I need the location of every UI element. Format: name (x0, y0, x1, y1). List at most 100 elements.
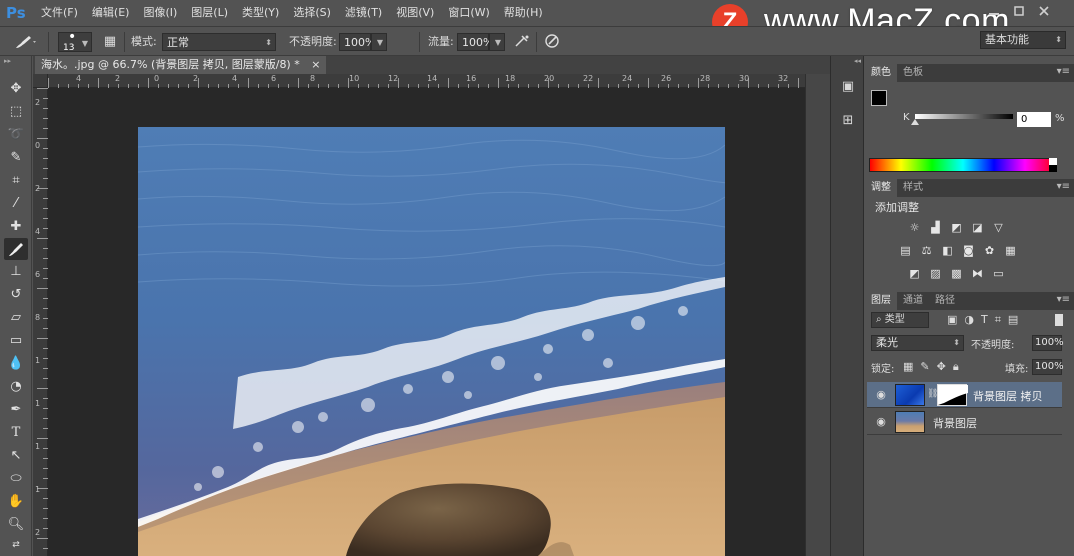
layers-panel-menu-icon[interactable]: ▾≡ (1057, 294, 1070, 305)
black-white-icon[interactable]: ◧ (940, 244, 955, 257)
menu-filter[interactable]: 滤镜(T) (338, 0, 389, 26)
move-tool-icon[interactable]: ✥ (4, 78, 28, 100)
quick-select-tool-icon[interactable]: ✎ (4, 147, 28, 169)
minimize-icon[interactable] (985, 4, 1003, 18)
lasso-tool-icon[interactable]: ➰ (4, 124, 28, 146)
adjustments-panel-menu-icon[interactable]: ▾≡ (1057, 181, 1070, 192)
k-channel-slider[interactable] (915, 114, 1013, 119)
menu-layer[interactable]: 图层(L) (184, 0, 235, 26)
dodge-tool-icon[interactable]: ◔ (4, 376, 28, 398)
channel-mixer-icon[interactable]: ✿ (982, 244, 997, 257)
hand-tool-icon[interactable]: ✋ (4, 491, 28, 513)
lock-buttons[interactable]: ▦✎✥🔒︎ (903, 360, 966, 374)
document-image[interactable] (138, 127, 725, 556)
layer-filter-buttons[interactable]: ▣◑T⌗▤ (947, 313, 1025, 327)
tab-styles[interactable]: 样式 (897, 179, 929, 197)
brush-tool-preset-icon[interactable] (12, 33, 38, 51)
exposure-icon[interactable]: ◪ (970, 221, 985, 234)
menu-type[interactable]: 类型(Y) (235, 0, 286, 26)
tab-paths[interactable]: 路径 (929, 292, 961, 310)
fill-input[interactable]: 100% (1032, 359, 1064, 375)
close-tab-icon[interactable]: × (311, 58, 320, 71)
color-ramp-bw[interactable] (1049, 158, 1057, 172)
blend-mode-select[interactable]: 柔光 ⬍ (871, 335, 964, 351)
properties-panel-icon[interactable]: ⊞ (837, 110, 859, 132)
marquee-tool-icon[interactable]: ⬚ (4, 101, 28, 123)
foreground-color-swatch[interactable] (871, 90, 887, 106)
swap-colors-icon[interactable]: ⇄ (4, 534, 28, 556)
eraser-tool-icon[interactable]: ▱ (4, 307, 28, 329)
tab-layers[interactable]: 图层 (865, 292, 897, 310)
ruler-tick-label: 4 (232, 74, 238, 83)
history-brush-tool-icon[interactable]: ↺ (4, 284, 28, 306)
ellipse-tool-icon[interactable]: ⬭ (4, 468, 28, 490)
curves-icon[interactable]: ◩ (949, 221, 964, 234)
crop-tool-icon[interactable]: ⌗ (4, 170, 28, 192)
tab-swatches[interactable]: 色板 (897, 64, 929, 82)
levels-icon[interactable]: ▟ (928, 221, 943, 234)
menu-view[interactable]: 视图(V) (389, 0, 441, 26)
k-channel-input[interactable]: 0 (1017, 112, 1051, 127)
brightness-icon[interactable]: ☼ (907, 221, 922, 234)
history-panel-icon[interactable]: ▣ (837, 76, 859, 98)
gradient-tool-icon[interactable]: ▭ (4, 330, 28, 352)
workspace-select[interactable]: 基本功能 ⬍ (980, 31, 1066, 49)
ruler-origin[interactable] (33, 74, 48, 88)
blur-tool-icon[interactable]: 💧 (4, 353, 28, 375)
menu-window[interactable]: 窗口(W) (441, 0, 496, 26)
vibrance-icon[interactable]: ▽ (991, 221, 1006, 234)
color-balance-icon[interactable]: ⚖ (919, 244, 934, 257)
gradient-map-icon[interactable]: ▭ (991, 267, 1006, 280)
color-ramp[interactable] (869, 158, 1057, 172)
document-tab[interactable]: 海水。.jpg @ 66.7% (背景图层 拷贝, 图层蒙版/8) * × (35, 56, 327, 74)
type-tool-icon[interactable]: T (4, 422, 28, 444)
menu-help[interactable]: 帮助(H) (497, 0, 550, 26)
flow-input[interactable]: 100% (457, 33, 493, 51)
tools-panel-grip-icon[interactable]: ▸▸ (4, 58, 28, 65)
airbrush-icon[interactable] (513, 33, 531, 49)
zoom-tool-icon[interactable]: 🔍︎ (4, 514, 28, 536)
photo-filter-icon[interactable]: ◙ (961, 244, 976, 257)
filter-toggle-icon[interactable] (1055, 314, 1063, 326)
eyedropper-tool-icon[interactable]: ⁄ (4, 193, 28, 215)
horizontal-ruler: 4 2 0 2 4 6 8 10 12 14 16 18 20 22 24 26 28 30 32 (48, 74, 805, 88)
visibility-eye-icon[interactable]: ◉ (875, 389, 887, 401)
tab-adjustments[interactable]: 调整 (865, 179, 897, 197)
restore-icon[interactable] (1010, 4, 1028, 18)
hue-sat-icon[interactable]: ▤ (898, 244, 913, 257)
vertical-scrollbar[interactable] (805, 74, 830, 556)
menu-image[interactable]: 图像(I) (136, 0, 184, 26)
menu-select[interactable]: 选择(S) (286, 0, 338, 26)
color-panel-menu-icon[interactable]: ▾≡ (1057, 66, 1070, 77)
color-lookup-icon[interactable]: ▦ (1003, 244, 1018, 257)
layer-filter-select[interactable]: ⌕ 类型 (871, 312, 929, 328)
visibility-eye-icon[interactable]: ◉ (875, 416, 887, 428)
invert-icon[interactable]: ◩ (907, 267, 922, 280)
brush-tool-icon[interactable] (4, 238, 28, 260)
pen-tool-icon[interactable]: ✒ (4, 399, 28, 421)
mode-select[interactable]: 正常 ⬍ (162, 33, 276, 51)
posterize-icon[interactable]: ▨ (928, 267, 943, 280)
selective-color-icon[interactable]: ⧓ (970, 267, 985, 280)
layer-row-background-copy[interactable]: ◉ ⛓ 背景图层 拷贝 (867, 382, 1062, 408)
menu-edit[interactable]: 编辑(E) (85, 0, 137, 26)
brush-size-picker[interactable]: • 13 ▼ (58, 29, 92, 53)
k-slider-thumb[interactable] (911, 119, 919, 125)
layer-opacity-input[interactable]: 100% (1032, 335, 1064, 351)
menu-file[interactable]: 文件(F) (34, 0, 85, 26)
path-selection-tool-icon[interactable]: ↖ (4, 445, 28, 467)
brush-panel-toggle-icon[interactable]: ▦ (100, 33, 120, 51)
opacity-dropdown-arrow[interactable]: ▼ (371, 33, 387, 51)
layer-row-background[interactable]: ◉ 背景图层 (867, 409, 1062, 435)
tab-color[interactable]: 颜色 (865, 64, 897, 82)
pressure-size-icon[interactable] (544, 33, 560, 49)
tab-channels[interactable]: 通道 (897, 292, 929, 310)
healing-brush-tool-icon[interactable]: ✚ (4, 216, 28, 238)
clone-stamp-tool-icon[interactable]: ⊥ (4, 261, 28, 283)
strip-collapse-icon[interactable]: ◂◂ (835, 58, 861, 65)
close-window-icon[interactable] (1035, 4, 1053, 18)
layer-mask-thumbnail[interactable] (937, 384, 968, 406)
opacity-input[interactable]: 100% (339, 33, 375, 51)
flow-dropdown-arrow[interactable]: ▼ (489, 33, 505, 51)
threshold-icon[interactable]: ▩ (949, 267, 964, 280)
